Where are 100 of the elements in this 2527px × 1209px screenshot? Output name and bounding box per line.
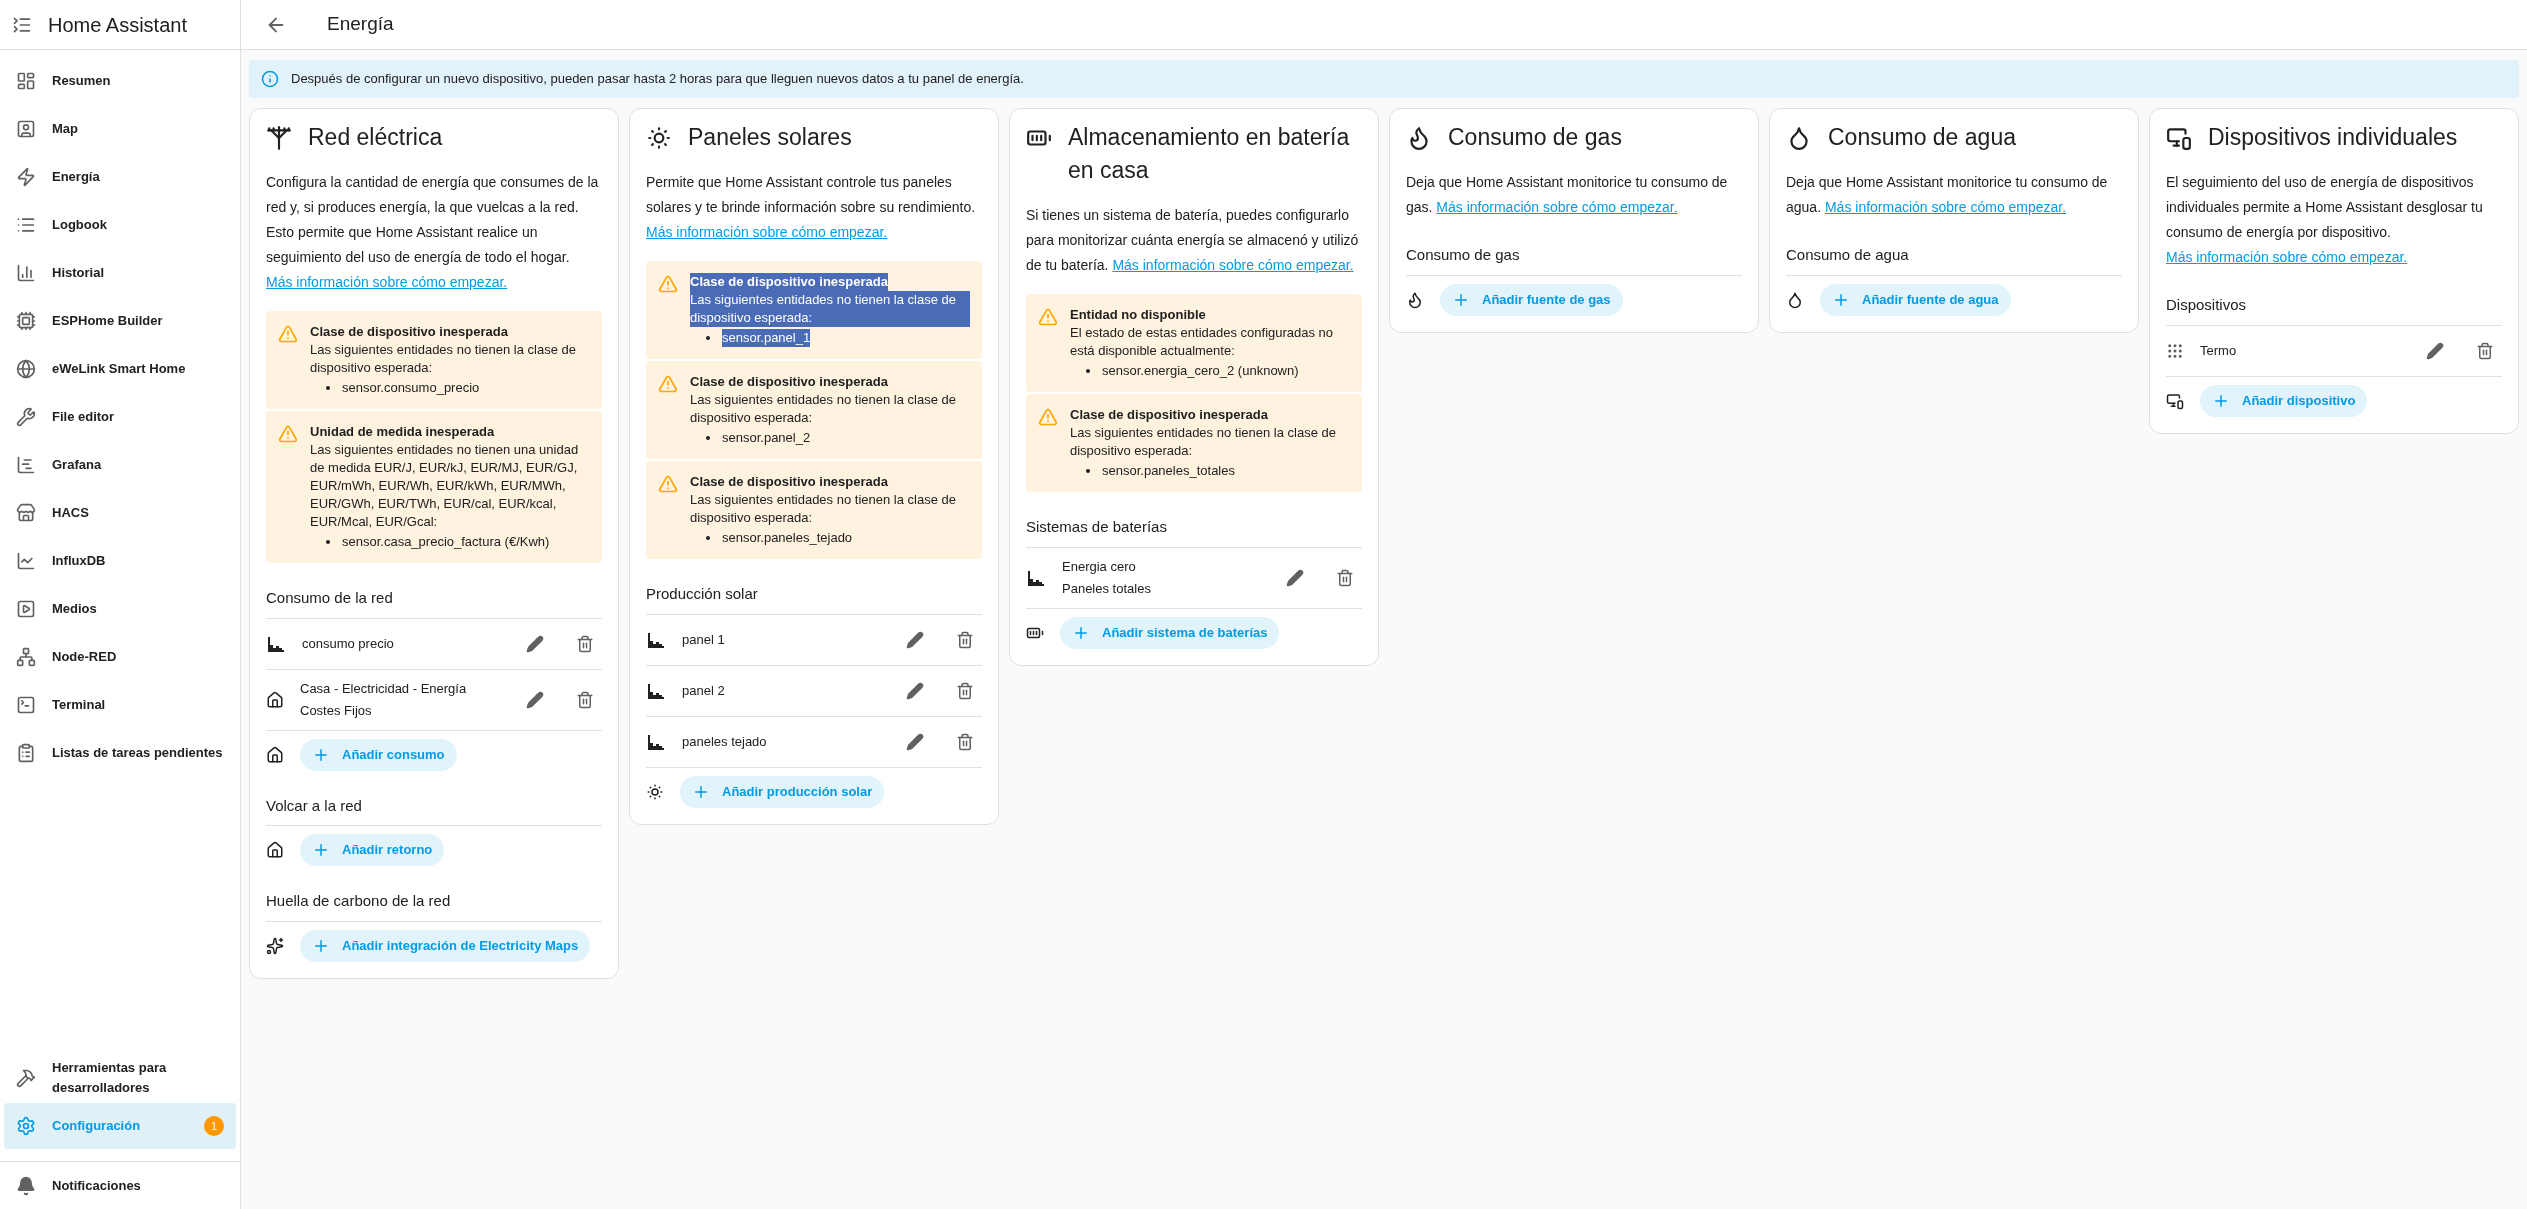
entity-id: sensor.paneles_tejado (722, 529, 853, 547)
sidebar-item[interactable]: File editor (4, 394, 236, 440)
gantt-icon (16, 455, 36, 475)
hammer-icon (16, 1068, 36, 1088)
trash-icon (2476, 341, 2494, 360)
clipboard-icon (16, 743, 36, 763)
network-icon (16, 647, 36, 667)
warning-icon (278, 324, 298, 344)
sidebar-item[interactable]: HACS (4, 490, 236, 536)
play-icon (16, 599, 36, 619)
bullet-icon (706, 536, 710, 540)
bullet-icon (1086, 469, 1090, 473)
store-icon (16, 503, 36, 523)
warning-icon (658, 474, 678, 494)
section-heading: Volcar a la red (266, 794, 602, 826)
pencil-icon (526, 634, 544, 653)
solar-icon (646, 782, 664, 801)
dashboard-icon (16, 71, 36, 91)
house-icon (266, 745, 284, 764)
sidebar-item[interactable]: Resumen (4, 58, 236, 104)
source-name: panel 1 (682, 630, 726, 649)
drag-handle-icon[interactable] (2166, 341, 2184, 360)
card-title: Dispositivos individuales (2208, 123, 2458, 152)
source-name: Casa - Electricidad - Energía Costes Fijos (300, 679, 468, 720)
pencil-icon (906, 681, 924, 700)
entity-id: sensor.casa_precio_factura (€/Kwh) (342, 533, 550, 551)
sparkle-icon (266, 936, 284, 955)
notification-badge: 1 (204, 1116, 224, 1136)
section-heading: Dispositivos (2166, 294, 2502, 326)
card-description: Permite que Home Assistant controle tus paneles solares y te brinde información sobre su rendimiento. Más información sobre cómo empezar. (646, 173, 977, 242)
card-title: Paneles solares (688, 123, 852, 152)
bullet-icon (1086, 369, 1090, 373)
droplet-icon (1786, 290, 1804, 309)
card-description: Configura la cantidad de energía que consumes de la red y, si produces energía, la que vuelcas a la red. Esto permite que Home Assistant realice un seguimiento del uso de energía de todo el hogar. Más información sobre cómo empezar. (266, 173, 600, 292)
sidebar-item[interactable]: Historial (4, 250, 236, 296)
utility-pole-icon (266, 125, 292, 151)
sidebar-item[interactable]: Energía (4, 154, 236, 200)
sidebar-item[interactable]: ESPHome Builder (4, 298, 236, 344)
source-name: paneles tejado (682, 732, 768, 751)
sidebar-item[interactable]: InfluxDB (4, 538, 236, 584)
section-heading: Producción solar (646, 583, 982, 615)
menu-icon[interactable] (12, 14, 32, 35)
card-description: Deja que Home Assistant monitorice tu consumo de gas. Más información sobre cómo empezar. (1406, 173, 1729, 217)
house-icon (266, 841, 284, 859)
sidebar-item[interactable]: Node-RED (4, 634, 236, 680)
source-name: panel 2 (682, 681, 726, 700)
section-heading: Consumo de la red (266, 587, 602, 619)
warning-text: Las siguientes entidades no tienen la clase de dispositivo esperada: (690, 391, 957, 427)
settings-icon (16, 1116, 36, 1136)
terminal-icon (16, 695, 36, 715)
page-title: Energía (327, 12, 394, 37)
house-icon (266, 690, 284, 709)
person-pin-icon (16, 119, 36, 139)
card-description: El seguimiento del uso de energía de dispositivos individuales permite a Home Assistant desglosar tu consumo de energía por dispositivo. Más información sobre cómo empezar. (2166, 173, 2484, 267)
card-title: Consumo de gas (1448, 123, 1622, 152)
warning-title: Clase de dispositivo inesperada (310, 323, 508, 341)
sidebar-item[interactable]: Grafana (4, 442, 236, 488)
sidebar-item[interactable]: Herramientas para desarrolladores (4, 1055, 236, 1101)
warning-text: Las siguientes entidades no tienen la clase de dispositivo esperada: (690, 291, 970, 327)
warning-title: Entidad no disponible (1070, 306, 1206, 324)
chip-icon (16, 311, 36, 331)
warning-text: Las siguientes entidades no tienen una unidad de medida EUR/J, EUR/kJ, EUR/MJ, EUR/GJ, EUR/mWh, EUR/Wh, EUR/kWh, EUR/MWh, EUR/GWh, EUR/TWh, EUR/cal, EUR/kcal, EUR/Mcal, EUR/Gcal: (310, 441, 580, 531)
warning-text: Las siguientes entidades no tienen la clase de dispositivo esperada: (310, 341, 577, 377)
trash-icon (956, 681, 974, 700)
bell-icon[interactable] (16, 1175, 36, 1196)
warning-icon (658, 374, 678, 394)
sidebar-item[interactable]: Logbook (4, 202, 236, 248)
trash-icon (956, 732, 974, 751)
devices-icon (2166, 391, 2184, 410)
notifications-label[interactable]: Notificaciones (52, 1175, 141, 1196)
warning-icon (1038, 307, 1058, 327)
warning-title: Clase de dispositivo inesperada (690, 373, 888, 391)
card-title: Red eléctrica (308, 123, 443, 152)
source-name: Termo (2200, 341, 2238, 360)
source-name: Energia cero (1062, 557, 1137, 576)
section-heading: Consumo de gas (1406, 244, 1742, 276)
warning-icon (278, 424, 298, 444)
entity-id: sensor.paneles_totales (1102, 462, 1235, 480)
card-description: Deja que Home Assistant monitorice tu consumo de agua. Más información sobre cómo empezar. (1786, 173, 2109, 217)
pencil-icon (906, 630, 924, 649)
bullet-icon (326, 386, 330, 390)
entity-id: sensor.panel_1 (722, 329, 811, 347)
devices-icon (2166, 125, 2192, 151)
entity-id: sensor.energia_cero_2 (unknown) (1102, 362, 1299, 380)
pencil-icon (526, 690, 544, 709)
source-name: Paneles totales (1062, 579, 1152, 598)
bullet-icon (706, 336, 710, 340)
info-banner: Después de configurar un nuevo dispositivo, pueden pasar hasta 2 horas para que lleguen nuevos datos a tu panel de energía. (249, 60, 2519, 98)
list-icon (16, 215, 36, 235)
warning-title: Clase de dispositivo inesperada (690, 473, 888, 491)
sidebar-item[interactable]: Terminal (4, 682, 236, 728)
card-title: Almacenamiento en batería en casa (1068, 123, 1351, 185)
warning-title: Clase de dispositivo inesperada (1070, 406, 1268, 424)
sidebar-item[interactable]: Medios (4, 586, 236, 632)
sidebar-item[interactable]: eWeLink Smart Home (4, 346, 236, 392)
flame-icon (1406, 290, 1424, 309)
sidebar-item[interactable]: Listas de tareas pendientes (4, 730, 236, 776)
bullet-icon (706, 436, 710, 440)
sidebar-item[interactable]: Map (4, 106, 236, 152)
warning-text: Las siguientes entidades no tienen la clase de dispositivo esperada: (1070, 424, 1337, 460)
